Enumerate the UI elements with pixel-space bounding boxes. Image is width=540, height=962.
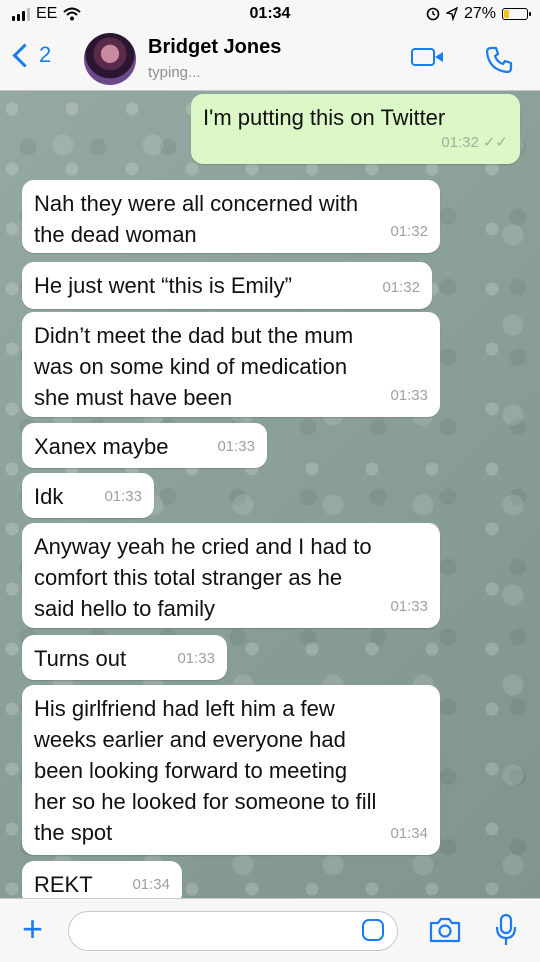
message-bubble-incoming[interactable]: Xanex maybe 01:33 <box>22 423 267 468</box>
back-button[interactable]: 2 <box>10 42 51 68</box>
message-time: 01:34 <box>390 825 428 842</box>
message-time: 01:32 <box>390 223 428 240</box>
back-chevron-icon <box>12 42 37 68</box>
read-ticks-icon: ✓✓ <box>482 134 508 151</box>
message-bubble-incoming[interactable]: He just went “this is Emily” 01:32 <box>22 262 432 309</box>
message-bubble-incoming[interactable]: Didn’t meet the dad but the mum was on s… <box>22 312 440 417</box>
message-text: Anyway yeah he cried and I had to comfor… <box>34 534 372 621</box>
input-bar: + <box>0 898 540 962</box>
video-call-icon[interactable] <box>411 48 443 66</box>
status-bar: EE 01:34 27% <box>0 0 540 28</box>
message-time: 01:34 <box>132 876 170 893</box>
message-bubble-incoming[interactable]: Turns out 01:33 <box>22 635 227 680</box>
battery-icon <box>502 8 531 20</box>
contact-status: typing... <box>148 64 201 81</box>
avatar[interactable] <box>84 33 136 85</box>
voice-call-icon[interactable] <box>484 45 514 75</box>
message-time: 01:32 ✓✓ <box>441 127 508 158</box>
chat-area[interactable]: I'm putting this on Twitter 01:32 ✓✓ Nah … <box>0 91 540 898</box>
message-time: 01:33 <box>217 438 255 455</box>
message-text: His girlfriend had left him a few weeks … <box>34 696 377 845</box>
back-count: 2 <box>39 42 52 67</box>
message-text: He just went “this is Emily” <box>34 273 292 298</box>
status-right: 27% <box>426 5 531 23</box>
message-text: Didn’t meet the dad but the mum was on s… <box>34 323 354 410</box>
message-bubble-incoming[interactable]: REKT 01:34 <box>22 861 182 898</box>
battery-percent: 27% <box>463 5 496 22</box>
chat-header: 2 Bridget Jones typing... <box>0 28 540 91</box>
message-bubble-outgoing[interactable]: I'm putting this on Twitter 01:32 ✓✓ <box>191 94 520 164</box>
message-bubble-incoming[interactable]: Idk 01:33 <box>22 473 154 518</box>
alarm-icon <box>426 7 440 21</box>
message-time: 01:33 <box>104 488 142 505</box>
message-input[interactable] <box>68 911 398 951</box>
message-time: 01:33 <box>390 598 428 615</box>
message-text: Nah they were all concerned with the dea… <box>34 191 359 247</box>
camera-icon[interactable] <box>428 915 462 945</box>
microphone-icon[interactable] <box>494 913 518 947</box>
message-bubble-incoming[interactable]: His girlfriend had left him a few weeks … <box>22 685 440 855</box>
message-time: 01:33 <box>390 387 428 404</box>
sticker-icon[interactable] <box>362 919 384 941</box>
contact-name[interactable]: Bridget Jones <box>148 36 281 59</box>
location-icon <box>445 7 458 21</box>
message-time: 01:32 <box>382 279 420 296</box>
message-bubble-incoming[interactable]: Anyway yeah he cried and I had to comfor… <box>22 523 440 628</box>
message-bubble-incoming[interactable]: Nah they were all concerned with the dea… <box>22 180 440 253</box>
message-time: 01:33 <box>177 650 215 667</box>
plus-icon[interactable]: + <box>22 911 43 947</box>
